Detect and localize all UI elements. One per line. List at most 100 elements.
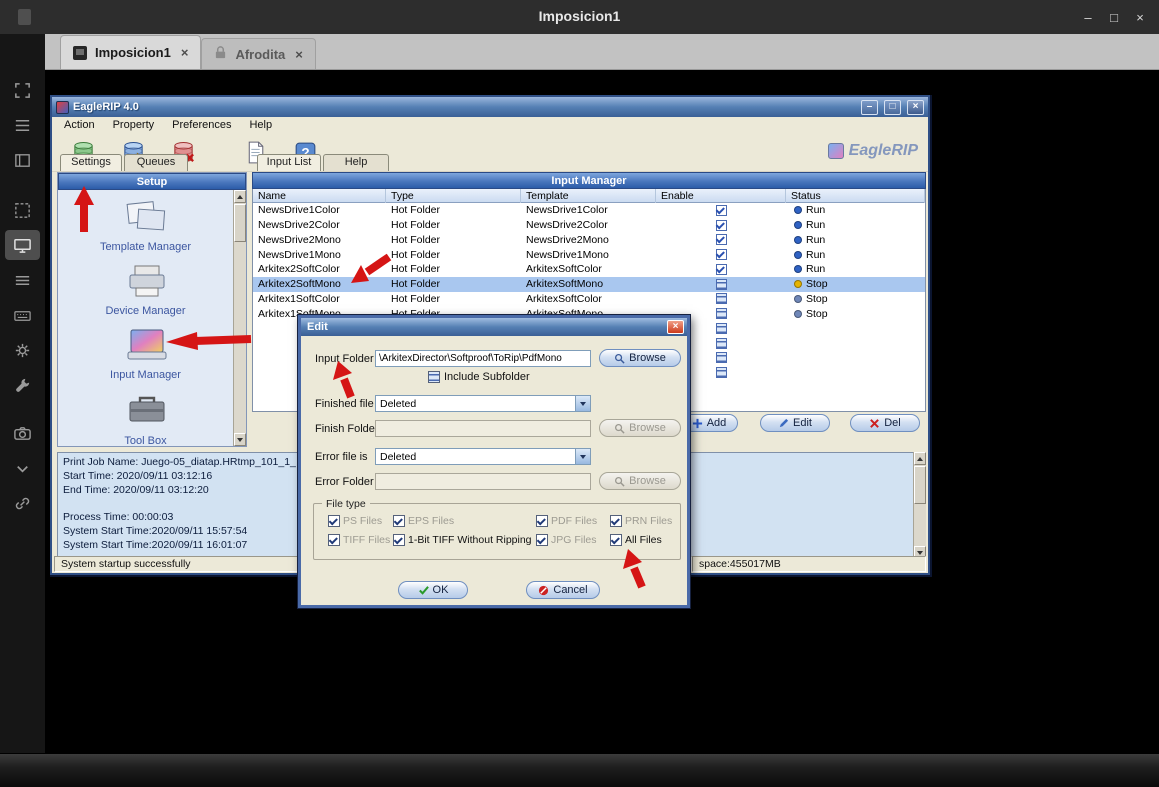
setup-item-device-manager[interactable]: Device Manager bbox=[58, 262, 233, 317]
cell-name: NewsDrive2Color bbox=[253, 219, 386, 231]
close-button[interactable]: × bbox=[1127, 10, 1153, 25]
status-disk-space: space:455017MB bbox=[692, 556, 926, 572]
tab-close-icon[interactable]: × bbox=[293, 47, 303, 62]
column-header-name[interactable]: Name bbox=[253, 189, 386, 203]
minimize-button[interactable]: – bbox=[1075, 10, 1101, 25]
list-icon[interactable] bbox=[5, 110, 40, 140]
enable-checkbox[interactable] bbox=[716, 367, 727, 378]
check-icon bbox=[418, 585, 429, 596]
table-row[interactable]: Arkitex2SoftMonoHot FolderArkitexSoftMon… bbox=[253, 277, 925, 292]
edit-button[interactable]: Edit bbox=[760, 414, 830, 432]
menu-property[interactable]: Property bbox=[105, 119, 163, 134]
gear-icon[interactable] bbox=[5, 335, 40, 365]
status-dot bbox=[794, 310, 802, 318]
link-icon[interactable] bbox=[5, 488, 40, 518]
column-header-status[interactable]: Status bbox=[786, 189, 925, 203]
checkbox-icon[interactable] bbox=[610, 534, 622, 546]
table-row[interactable]: NewsDrive2MonoHot FolderNewsDrive2MonoRu… bbox=[253, 233, 925, 248]
setup-item-template-manager[interactable]: Template Manager bbox=[58, 198, 233, 253]
scroll-down-button[interactable] bbox=[234, 433, 246, 446]
tab-help[interactable]: Help bbox=[323, 154, 389, 171]
table-row[interactable]: NewsDrive1ColorHot FolderNewsDrive1Color… bbox=[253, 203, 925, 218]
file-type-option[interactable]: 1-Bit TIFF Without Ripping bbox=[393, 534, 532, 546]
enable-checkbox[interactable] bbox=[716, 293, 727, 304]
dropdown-button[interactable] bbox=[575, 449, 590, 464]
log-scrollbar[interactable] bbox=[913, 452, 926, 559]
selection-icon[interactable] bbox=[5, 195, 40, 225]
browse-input-folder-button[interactable]: Browse bbox=[599, 349, 681, 367]
wrench-icon[interactable] bbox=[5, 370, 40, 400]
scroll-up-button[interactable] bbox=[234, 190, 246, 203]
table-row[interactable]: NewsDrive2ColorHot FolderNewsDrive2Color… bbox=[253, 218, 925, 233]
camera-icon[interactable] bbox=[5, 418, 40, 448]
column-header-enable[interactable]: Enable bbox=[656, 189, 786, 203]
tab-afrodita[interactable]: Afrodita × bbox=[201, 38, 315, 69]
table-row[interactable]: NewsDrive1MonoHot FolderNewsDrive1MonoRu… bbox=[253, 247, 925, 262]
expand-icon[interactable] bbox=[5, 75, 40, 105]
maximize-button[interactable]: □ bbox=[884, 100, 901, 115]
tab-label: Afrodita bbox=[235, 47, 285, 62]
dropdown-button[interactable] bbox=[575, 396, 590, 411]
close-button[interactable]: × bbox=[667, 320, 684, 334]
enable-checkbox[interactable] bbox=[716, 308, 727, 319]
tab-queues[interactable]: Queues bbox=[124, 154, 188, 171]
ok-button[interactable]: OK bbox=[398, 581, 468, 599]
enable-checkbox[interactable] bbox=[716, 279, 727, 290]
close-button[interactable]: × bbox=[907, 100, 924, 115]
input-folder-field[interactable]: \ArkitexDirector\Softproof\ToRip\PdfMono bbox=[375, 350, 591, 367]
checkbox-icon[interactable] bbox=[428, 371, 440, 383]
enable-checkbox[interactable] bbox=[716, 249, 727, 260]
edit-dialog-titlebar[interactable]: Edit × bbox=[301, 318, 687, 336]
file-type-group: File type PS FilesEPS FilesPDF FilesPRN … bbox=[313, 503, 681, 560]
file-type-option: EPS Files bbox=[393, 515, 454, 527]
enable-checkbox[interactable] bbox=[716, 352, 727, 363]
checkbox-icon[interactable] bbox=[393, 534, 405, 546]
cell-status: Run bbox=[786, 204, 925, 216]
input-manager-panel: Input Manager Name Type Template Enable … bbox=[252, 172, 926, 189]
panel-layout-icon[interactable] bbox=[5, 145, 40, 175]
tab-imposicion1[interactable]: Imposicion1 × bbox=[60, 35, 201, 69]
enable-checkbox[interactable] bbox=[716, 220, 727, 231]
cell-type: Hot Folder bbox=[386, 249, 521, 261]
menu-help[interactable]: Help bbox=[241, 119, 280, 134]
viewer-window-controls: – □ × bbox=[1075, 0, 1153, 34]
file-type-option[interactable]: All Files bbox=[610, 534, 662, 546]
maximize-button[interactable]: □ bbox=[1101, 10, 1127, 25]
checkbox-icon bbox=[393, 515, 405, 527]
tab-input-list[interactable]: Input List bbox=[257, 154, 321, 171]
enable-checkbox[interactable] bbox=[716, 205, 727, 216]
keyboard-icon[interactable] bbox=[5, 300, 40, 330]
viewer-titlebar: Imposicion1 – □ × bbox=[0, 0, 1159, 34]
cancel-button[interactable]: Cancel bbox=[526, 581, 600, 599]
setup-item-tool-box[interactable]: Tool Box bbox=[58, 392, 233, 447]
tab-settings[interactable]: Settings bbox=[60, 154, 122, 171]
search-icon bbox=[614, 423, 625, 434]
setup-item-input-manager[interactable]: Input Manager bbox=[58, 326, 233, 381]
enable-checkbox[interactable] bbox=[716, 264, 727, 275]
eaglerip-titlebar[interactable]: EagleRIP 4.0 – □ × bbox=[52, 97, 928, 117]
setup-scrollbar[interactable] bbox=[233, 190, 246, 446]
chevron-down-icon[interactable] bbox=[5, 453, 40, 483]
menu-icon[interactable] bbox=[5, 265, 40, 295]
menu-preferences[interactable]: Preferences bbox=[164, 119, 239, 134]
enable-checkbox[interactable] bbox=[716, 338, 727, 349]
column-header-template[interactable]: Template bbox=[521, 189, 656, 203]
error-file-select[interactable]: Deleted bbox=[375, 448, 591, 465]
monitor-icon[interactable] bbox=[5, 230, 40, 260]
enable-checkbox[interactable] bbox=[716, 234, 727, 245]
cell-name: NewsDrive1Mono bbox=[253, 249, 386, 261]
table-row[interactable]: Arkitex1SoftColorHot FolderArkitexSoftCo… bbox=[253, 292, 925, 307]
menu-action[interactable]: Action bbox=[56, 119, 103, 134]
scroll-thumb[interactable] bbox=[234, 204, 246, 242]
table-row[interactable]: Arkitex2SoftColorHot FolderArkitexSoftCo… bbox=[253, 262, 925, 277]
finished-file-select[interactable]: Deleted bbox=[375, 395, 591, 412]
include-subfolder-checkbox[interactable]: Include Subfolder bbox=[428, 371, 530, 383]
scroll-up-button[interactable] bbox=[914, 452, 926, 465]
delete-button[interactable]: Del bbox=[850, 414, 920, 432]
column-header-type[interactable]: Type bbox=[386, 189, 521, 203]
minimize-button[interactable]: – bbox=[861, 100, 878, 115]
tab-close-icon[interactable]: × bbox=[179, 45, 189, 60]
enable-checkbox[interactable] bbox=[716, 323, 727, 334]
scroll-thumb[interactable] bbox=[914, 466, 926, 504]
cell-type: Hot Folder bbox=[386, 219, 521, 231]
